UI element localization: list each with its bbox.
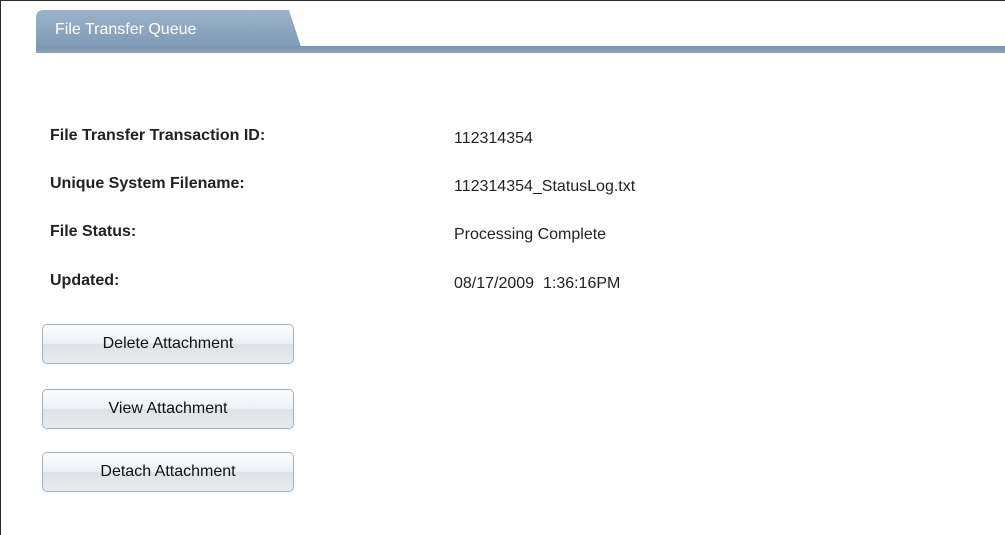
system-filename-value: 112314354_StatusLog.txt bbox=[454, 178, 636, 195]
tab-underline bbox=[36, 46, 1005, 53]
tab-file-transfer-queue[interactable]: File Transfer Queue bbox=[36, 10, 301, 47]
page-frame: File Transfer Queue File Transfer Transa… bbox=[0, 0, 1005, 535]
updated-value: 08/17/2009 1:36:16PM bbox=[454, 275, 621, 292]
transaction-id-value: 112314354 bbox=[454, 130, 533, 147]
updated-label: Updated: bbox=[50, 272, 120, 289]
delete-attachment-button[interactable]: Delete Attachment bbox=[42, 324, 294, 364]
transaction-id-label: File Transfer Transaction ID: bbox=[50, 127, 266, 144]
file-status-value: Processing Complete bbox=[454, 226, 607, 243]
file-status-label: File Status: bbox=[50, 223, 137, 240]
view-attachment-button[interactable]: View Attachment bbox=[42, 389, 294, 429]
system-filename-label: Unique System Filename: bbox=[50, 175, 245, 192]
detach-attachment-button[interactable]: Detach Attachment bbox=[42, 452, 294, 492]
tab-label: File Transfer Queue bbox=[55, 21, 197, 38]
